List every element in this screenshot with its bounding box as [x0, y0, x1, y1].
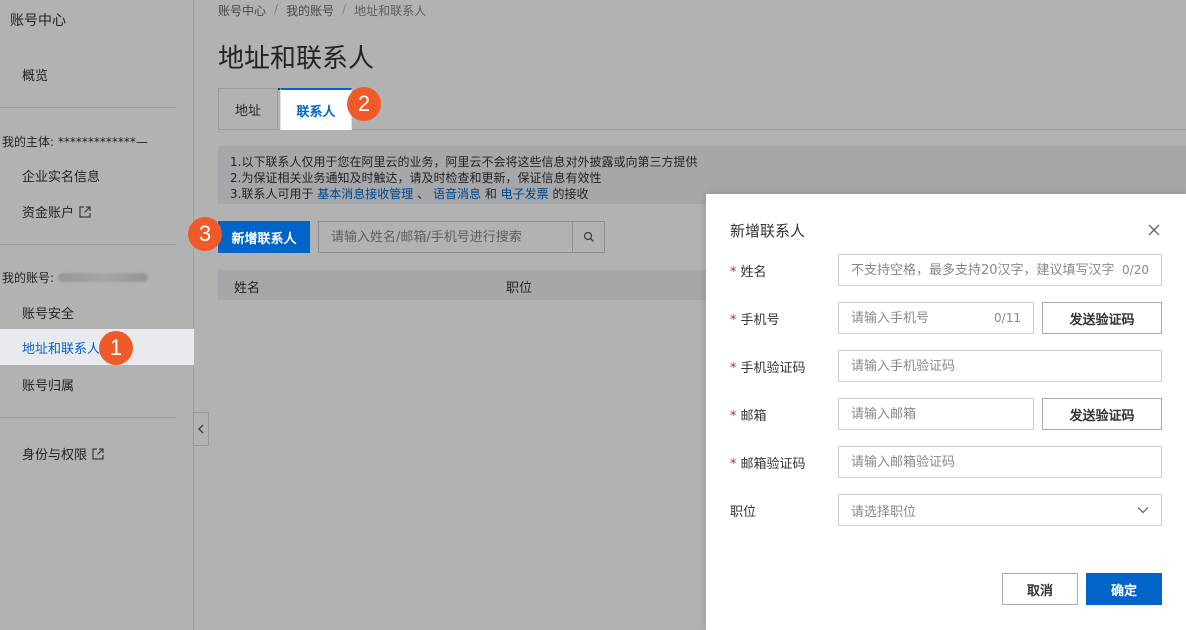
email-input[interactable] [851, 406, 1021, 422]
email-field [838, 398, 1034, 430]
sidebar-item-address-contacts-highlight[interactable]: 地址和联系人 [0, 329, 194, 365]
label-text: 邮箱验证码 [740, 457, 806, 472]
add-contact-button-highlight[interactable]: 新增联系人 [218, 221, 310, 253]
required-mark: * [730, 313, 737, 328]
label-text: 姓名 [740, 265, 767, 280]
required-mark: * [730, 361, 737, 376]
required-mark: * [730, 457, 737, 472]
send-email-code-button[interactable]: 发送验证码 [1042, 398, 1162, 430]
label-text: 邮箱 [740, 409, 767, 424]
phone-counter: 0/11 [994, 311, 1021, 325]
confirm-button[interactable]: 确定 [1086, 573, 1162, 605]
phone-code-input[interactable] [851, 358, 1149, 374]
phone-code-field [838, 350, 1162, 382]
required-mark: * [730, 265, 737, 280]
email-code-field [838, 446, 1162, 478]
cancel-button[interactable]: 取消 [1002, 573, 1078, 605]
email-label: * 邮箱 [730, 405, 767, 424]
phone-label: * 手机号 [730, 309, 780, 328]
phone-code-label: * 手机验证码 [730, 357, 806, 376]
step-badge-2: 2 [347, 87, 381, 121]
close-icon[interactable] [1146, 222, 1162, 238]
position-label: 职位 [730, 505, 757, 520]
email-code-input[interactable] [851, 454, 1149, 470]
add-contact-dialog: 新增联系人 *姓名 0/20 *手机号 0/11 发送验证码 *手机验证码 *邮… [706, 194, 1186, 630]
tab-contacts-highlight[interactable]: 联系人 [280, 88, 352, 130]
name-input[interactable] [851, 262, 1117, 278]
chevron-down-icon [1137, 507, 1149, 514]
required-mark: * [730, 409, 737, 424]
send-phone-code-button[interactable]: 发送验证码 [1042, 302, 1162, 334]
name-counter: 0/20 [1122, 263, 1149, 277]
step-badge-3: 3 [188, 217, 222, 251]
email-code-label: * 邮箱验证码 [730, 453, 806, 472]
name-label: * 姓名 [730, 261, 767, 280]
phone-input[interactable] [851, 310, 989, 326]
label-text: 手机号 [740, 313, 780, 328]
dialog-title: 新增联系人 [730, 222, 806, 240]
step-badge-1: 1 [99, 331, 133, 365]
label-text: 手机验证码 [740, 361, 806, 376]
phone-field: 0/11 [838, 302, 1034, 334]
position-select-value: 请选择职位 [851, 504, 917, 520]
name-field: 0/20 [838, 254, 1162, 286]
position-select[interactable]: 请选择职位 [838, 494, 1162, 526]
